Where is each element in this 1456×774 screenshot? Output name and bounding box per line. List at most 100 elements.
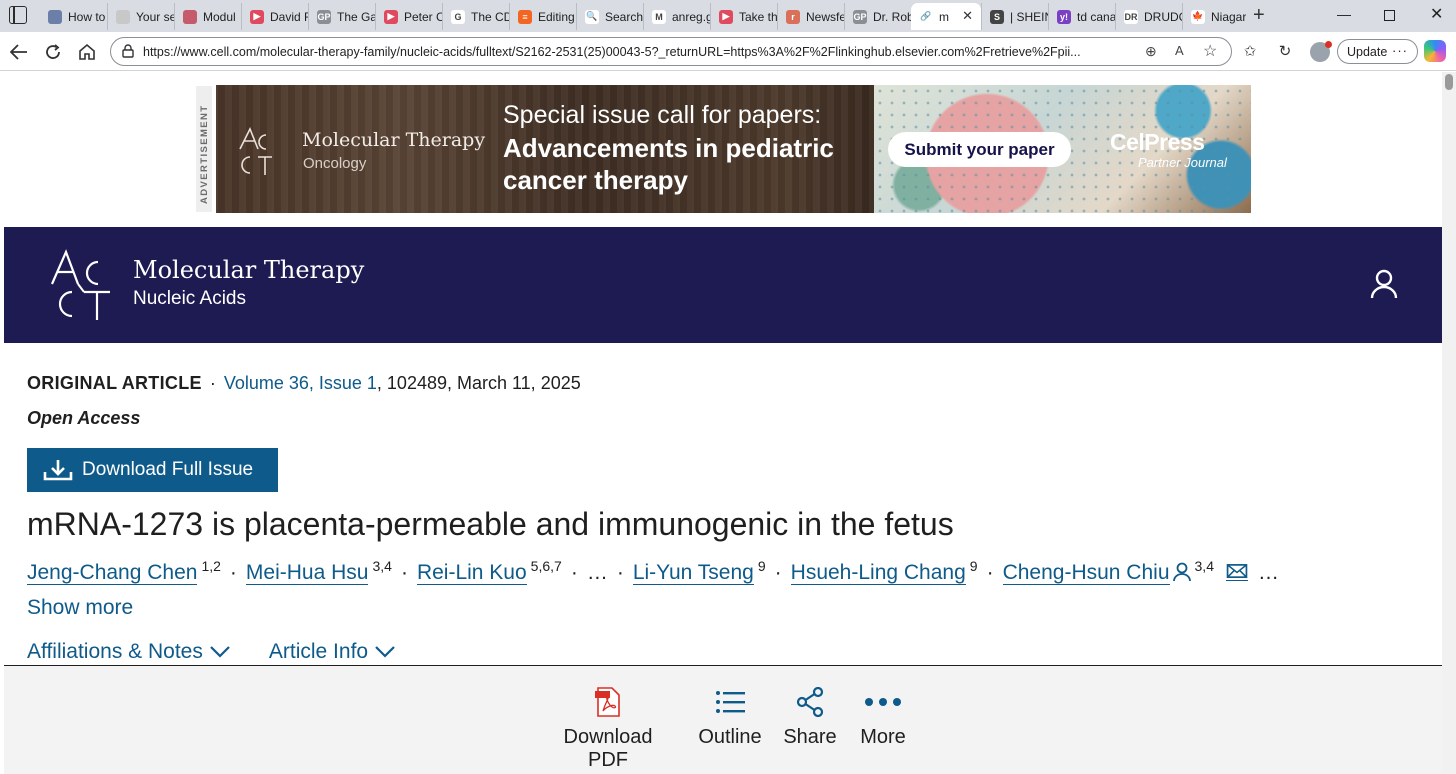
journal-title[interactable]: Molecular Therapy <box>133 256 364 284</box>
favorites-icon[interactable]: ✩ <box>1240 41 1260 61</box>
tab-title: anreg.g <box>672 9 710 24</box>
tab[interactable]: r Newsfe <box>777 3 844 30</box>
tab-active[interactable]: 🔗 m ✕ <box>911 3 981 30</box>
affiliations-notes-label: Affiliations & Notes <box>27 640 203 663</box>
address-bar[interactable]: https://www.cell.com/molecular-therapy-f… <box>110 37 1232 66</box>
lock-icon[interactable] <box>121 44 135 58</box>
url-text[interactable]: https://www.cell.com/molecular-therapy-f… <box>143 45 1133 59</box>
tab-title: Newsfe <box>806 9 844 24</box>
author-affiliation[interactable]: 5,6,7 <box>531 558 562 574</box>
author-separator: · <box>400 561 408 584</box>
tab[interactable]: Modul <box>174 3 241 30</box>
affiliations-notes-toggle[interactable]: Affiliations & Notes <box>27 640 231 664</box>
tab-title: td cana <box>1077 9 1115 24</box>
more-button[interactable]: More <box>855 686 911 749</box>
tab[interactable]: DR DRUDG <box>1115 3 1182 30</box>
author-separator: · <box>774 561 782 584</box>
authors-ellipsis[interactable]: … <box>1258 561 1279 585</box>
tab-title: Editing <box>538 9 575 24</box>
tab[interactable]: Manreg.g <box>643 3 710 30</box>
close-window-icon[interactable]: ✕ <box>1430 4 1443 24</box>
scrollbar-thumb[interactable] <box>1445 74 1453 90</box>
more-icon[interactable]: ··· <box>1392 43 1408 58</box>
profile-avatar[interactable] <box>1310 41 1332 62</box>
maximize-icon[interactable] <box>1384 10 1395 21</box>
asgct-logo-icon[interactable] <box>48 248 114 322</box>
tab-favicon-icon: 🔗 <box>919 9 933 24</box>
ad-journal-title: Molecular Therapy <box>302 129 486 151</box>
user-account-icon[interactable] <box>1370 269 1398 299</box>
author-link[interactable]: Cheng-Hsun Chiu <box>1002 562 1170 585</box>
author-affiliation[interactable]: 9 <box>970 558 978 574</box>
author-affiliation[interactable]: 9 <box>758 558 766 574</box>
chevron-down-icon <box>375 646 395 658</box>
read-aloud-icon[interactable]: A <box>1175 43 1184 58</box>
tab-favicon-icon: ▶ <box>719 9 733 24</box>
download-full-issue-button[interactable]: Download Full Issue <box>27 448 278 492</box>
tab[interactable]: ≡ Editing <box>509 3 576 30</box>
tab[interactable]: ▶ Peter C <box>375 3 442 30</box>
new-tab-icon[interactable]: + <box>1253 4 1265 26</box>
ad-headline-1: Special issue call for papers: <box>503 101 822 129</box>
tab[interactable]: S | SHEIN <box>981 3 1048 30</box>
tab[interactable]: G The CD <box>442 3 509 30</box>
tab-favicon-icon: GP <box>317 9 331 24</box>
download-pdf-label: Download PDF <box>563 726 653 771</box>
page-scrollbar[interactable] <box>1442 72 1456 774</box>
zoom-icon[interactable]: ⊕ <box>1145 43 1157 60</box>
download-pdf-button[interactable]: Download PDF <box>541 686 675 772</box>
author-affiliation[interactable]: 3,4 <box>1195 558 1214 574</box>
copilot-icon[interactable] <box>1424 40 1446 62</box>
tab-favicon-icon: r <box>786 9 800 24</box>
corresponding-author-icon[interactable] <box>1172 562 1191 582</box>
author-link[interactable]: Li-Yun Tseng <box>632 562 754 585</box>
outline-label: Outline <box>698 726 762 748</box>
pdf-file-icon <box>595 687 620 717</box>
tab[interactable]: GP The Ga <box>308 3 375 30</box>
tab[interactable]: 🔍 Search <box>576 3 643 30</box>
close-tab-icon[interactable]: ✕ <box>962 8 973 24</box>
submit-paper-button[interactable]: Submit your paper <box>888 132 1071 167</box>
authors-ellipsis[interactable]: … <box>587 561 608 585</box>
advertisement-banner[interactable]: Molecular Therapy Oncology Special issue… <box>216 85 1251 213</box>
tab[interactable]: GP Dr. Rob <box>844 3 911 30</box>
author-separator: · <box>229 561 237 584</box>
minimize-icon[interactable]: — <box>1337 6 1351 22</box>
cellpress-logo: CelPress <box>1110 129 1205 155</box>
author-affiliation[interactable]: 3,4 <box>372 558 391 574</box>
article-info-toggle[interactable]: Article Info <box>269 640 396 664</box>
share-label: Share <box>783 726 837 748</box>
back-icon[interactable] <box>8 41 30 63</box>
outline-button[interactable]: Outline <box>693 686 767 749</box>
download-full-issue-label: Download Full Issue <box>82 459 254 480</box>
journal-subtitle[interactable]: Nucleic Acids <box>133 288 246 310</box>
author-link[interactable]: Hsueh-Ling Chang <box>790 562 966 585</box>
favorite-star-icon[interactable]: ☆ <box>1203 41 1217 61</box>
history-icon[interactable]: ↻ <box>1275 41 1295 61</box>
tab-title: Dr. Rob <box>873 9 911 24</box>
author-separator: · <box>616 561 624 584</box>
show-more-authors-link[interactable]: Show more <box>27 596 133 620</box>
home-icon[interactable] <box>76 41 98 63</box>
share-button[interactable]: Share <box>780 686 840 749</box>
author-link[interactable]: Rei-Lin Kuo <box>416 562 527 585</box>
tab-actions-icon[interactable] <box>9 6 27 24</box>
volume-issue-link[interactable]: Volume 36, Issue 1 <box>224 373 377 393</box>
author-link[interactable]: Jeng-Chang Chen <box>27 562 198 585</box>
tab[interactable]: ▶ David R <box>241 3 308 30</box>
tab[interactable]: Your se <box>107 3 174 30</box>
tab[interactable]: How to <box>40 3 107 30</box>
refresh-icon[interactable] <box>42 41 64 63</box>
article-meta: ORIGINAL ARTICLE · Volume 36, Issue 1, 102… <box>27 373 581 394</box>
tab-title: Niagar <box>1211 9 1247 24</box>
tab[interactable]: y! td cana <box>1048 3 1115 30</box>
author-separator: · <box>570 561 578 584</box>
update-label: Update <box>1347 44 1388 59</box>
author-link[interactable]: Mei-Hua Hsu <box>245 562 369 585</box>
download-icon <box>43 460 73 481</box>
tab[interactable]: ▶ Take th <box>710 3 777 30</box>
email-icon[interactable] <box>1225 563 1248 581</box>
author-affiliation[interactable]: 1,2 <box>201 558 220 574</box>
tab[interactable]: 🍁 Niagar <box>1182 3 1249 30</box>
update-button[interactable]: Update ··· <box>1337 39 1418 64</box>
